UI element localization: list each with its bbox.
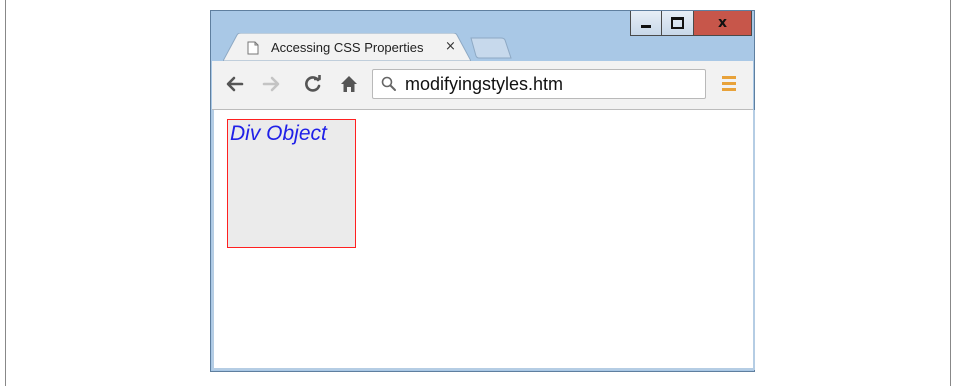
menu-bar (722, 88, 736, 91)
tab-active[interactable]: Accessing CSS Properties × (223, 33, 471, 61)
minimize-button[interactable] (630, 11, 662, 36)
toolbar: modifyingstyles.htm (212, 61, 753, 110)
close-window-label: x (717, 15, 728, 31)
div-object-label: Div Object (230, 122, 327, 145)
search-icon (381, 76, 396, 91)
home-button[interactable] (336, 71, 362, 97)
minimize-icon (641, 24, 651, 28)
maximize-icon (671, 17, 684, 29)
address-text: modifyingstyles.htm (405, 74, 564, 94)
menu-bar (722, 82, 736, 85)
outer-border-right (950, 0, 951, 386)
menu-bar (722, 76, 736, 79)
back-arrow-icon (226, 76, 244, 92)
address-bar[interactable]: modifyingstyles.htm (372, 69, 706, 99)
tab-title: Accessing CSS Properties (271, 40, 424, 55)
close-window-button[interactable]: x (694, 11, 752, 36)
div-object-box: Div Object (227, 119, 356, 248)
outer-border-left (5, 0, 6, 386)
page-content: Div Object (212, 110, 755, 370)
home-icon (341, 76, 357, 92)
browser-window: x Accessing CSS Properties × modifyingst… (210, 10, 755, 372)
new-tab-button[interactable] (469, 37, 513, 59)
maximize-button[interactable] (662, 11, 694, 36)
reload-icon (305, 75, 321, 92)
forward-arrow-icon (262, 76, 280, 92)
tab-close-icon[interactable]: × (445, 39, 456, 54)
reload-button[interactable] (300, 71, 326, 97)
hamburger-menu-icon[interactable] (722, 76, 736, 94)
page-icon (247, 41, 259, 55)
forward-button[interactable] (258, 71, 284, 97)
back-button[interactable] (222, 71, 248, 97)
window-controls: x (630, 11, 752, 38)
